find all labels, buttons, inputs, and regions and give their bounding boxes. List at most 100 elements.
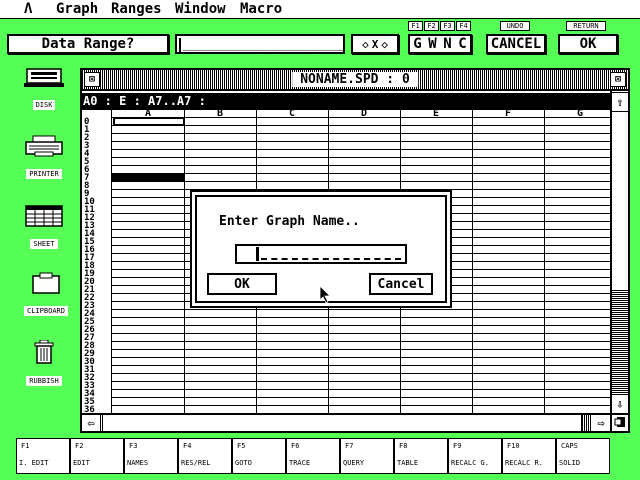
close-button[interactable]: C <box>458 36 466 52</box>
fkey-tag-f1: F1 <box>408 21 423 31</box>
fkey-number: F3 <box>129 442 138 450</box>
fkey-f10[interactable]: F10 RECALC R. <box>502 438 556 474</box>
fkey-number: F9 <box>453 442 462 450</box>
fkey-label: RECALC R. <box>505 459 543 467</box>
undo-tag: UNDO <box>500 21 530 31</box>
scroll-left-icon[interactable]: ⇦ <box>82 415 100 431</box>
fkey-number: F10 <box>507 442 520 450</box>
row-divider <box>112 133 610 134</box>
printer-icon <box>25 135 63 157</box>
fkey-label: RECALC G. <box>451 459 489 467</box>
return-tag: RETURN <box>566 21 606 31</box>
header-divider <box>112 117 610 118</box>
row-divider <box>112 349 610 350</box>
disk-label: DISK <box>32 100 56 110</box>
fkey-f7[interactable]: F7 QUERY <box>340 438 394 474</box>
scroll-up-icon[interactable]: ⇧ <box>612 93 628 111</box>
vertical-scroll-thumb[interactable] <box>612 111 628 291</box>
fkey-number: F5 <box>237 442 246 450</box>
vertical-scrollbar[interactable]: ⇧ ⇩ <box>610 91 628 413</box>
window-button[interactable]: W <box>428 36 436 52</box>
fkey-f3[interactable]: F3 NAMES <box>124 438 178 474</box>
fkey-tag-f2: F2 <box>424 21 439 31</box>
text-caret <box>256 247 259 261</box>
row-divider <box>112 325 610 326</box>
graph-name-input[interactable] <box>235 244 407 264</box>
menu-ranges[interactable]: Ranges <box>111 1 162 17</box>
prompt-input[interactable]: _______________________ <box>175 34 345 54</box>
right-arrow-icon[interactable]: ◇ <box>381 38 388 51</box>
dialog-ok-button[interactable]: OK <box>207 273 277 295</box>
desktop-icon-printer[interactable]: PRINTER <box>18 135 70 180</box>
fkey-label: TABLE <box>397 459 419 467</box>
fkey-f5[interactable]: F5 GOTO <box>232 438 286 474</box>
fkey-label: EDIT <box>73 459 90 467</box>
fkey-number: F8 <box>399 442 408 450</box>
fkey-f6[interactable]: F6 TRACE <box>286 438 340 474</box>
fkey-tag-f4: F4 <box>456 21 471 31</box>
desktop-icon-sheet[interactable]: SHEET <box>18 205 70 250</box>
row-divider <box>112 125 610 126</box>
menu-window[interactable]: Window <box>175 1 226 17</box>
gwnc-group: G W N C <box>408 34 472 54</box>
ok-button[interactable]: OK <box>558 34 618 54</box>
window-resize-icon[interactable] <box>610 413 628 431</box>
atari-logo-icon[interactable]: Λ <box>24 1 32 17</box>
input-placeholder-underline <box>261 258 401 260</box>
name-button[interactable]: N <box>443 36 451 52</box>
fkey-f8[interactable]: F8 TABLE <box>394 438 448 474</box>
row-divider <box>112 173 610 174</box>
row-divider <box>112 309 610 310</box>
menu-graph[interactable]: Graph <box>56 1 98 17</box>
window-close-icon[interactable]: ⊠ <box>84 72 100 87</box>
window-fullsize-icon[interactable]: ⊠ <box>610 72 626 87</box>
entry-line: Data Range? _______________________ ◇ X … <box>0 20 640 58</box>
fkey-f9[interactable]: F9 RECALC G. <box>448 438 502 474</box>
fkey-f4[interactable]: F4 RES/REL <box>178 438 232 474</box>
desktop-icon-disk[interactable]: DISK <box>18 68 70 111</box>
dialog-cancel-button[interactable]: Cancel <box>369 273 433 295</box>
mouse-pointer-icon <box>320 286 331 304</box>
row-label[interactable]: 36 <box>84 406 110 414</box>
clipboard-icon <box>32 272 60 294</box>
fkey-label: RES/REL <box>181 459 211 467</box>
dialog-title: Enter Graph Name.. <box>219 214 360 229</box>
horizontal-scrollbar[interactable]: ⇦ ⇨ <box>82 413 610 431</box>
fkey-f1[interactable]: F1 I. EDIT <box>16 438 70 474</box>
scroll-right-icon[interactable]: ⇨ <box>592 415 610 431</box>
clipboard-label: CLIPBOARD <box>24 306 68 316</box>
text-caret <box>179 38 181 52</box>
row-divider <box>112 181 610 182</box>
left-arrow-icon[interactable]: ◇ <box>362 38 369 51</box>
cell-cursor[interactable] <box>113 117 185 126</box>
trash-can-icon <box>34 339 54 364</box>
row-divider <box>112 381 610 382</box>
graph-button[interactable]: G <box>413 36 421 52</box>
scroll-down-icon[interactable]: ⇩ <box>612 395 628 413</box>
fkey-label: GOTO <box>235 459 252 467</box>
fkey-number: F4 <box>183 442 192 450</box>
printer-label: PRINTER <box>26 169 62 179</box>
selected-cell[interactable] <box>112 174 185 182</box>
function-key-bar: F1 I. EDIT F2 EDIT F3 NAMES F4 RES/REL F5 GOTO F6 T… <box>16 438 616 478</box>
cell-info-line: A0 : E : A7..A7 : <box>82 93 610 110</box>
fkey-f2[interactable]: F2 EDIT <box>70 438 124 474</box>
horizontal-scroll-thumb[interactable] <box>102 415 582 431</box>
row-divider <box>112 397 610 398</box>
desktop-icon-clipboard[interactable]: CLIPBOARD <box>20 272 72 317</box>
fkey-caps[interactable]: CAPS SOLID <box>556 438 610 474</box>
fkey-number: CAPS <box>561 442 578 450</box>
row-divider <box>112 141 610 142</box>
fkey-number: F6 <box>291 442 300 450</box>
fkey-number: F7 <box>345 442 354 450</box>
sheet-icon <box>25 205 63 227</box>
row-divider <box>112 165 610 166</box>
window-title: NONAME.SPD : 0 <box>292 72 418 87</box>
menu-macro[interactable]: Macro <box>240 1 282 17</box>
cancel-button[interactable]: CANCEL <box>486 34 546 54</box>
desktop-icon-rubbish[interactable]: RUBBISH <box>18 339 70 387</box>
floppy-disk-icon <box>24 68 64 87</box>
window-title-bar[interactable]: ⊠ NONAME.SPD : 0 ⊠ <box>82 70 628 91</box>
cancel-x-button[interactable]: X <box>372 38 379 51</box>
fkey-label: I. EDIT <box>19 459 49 467</box>
